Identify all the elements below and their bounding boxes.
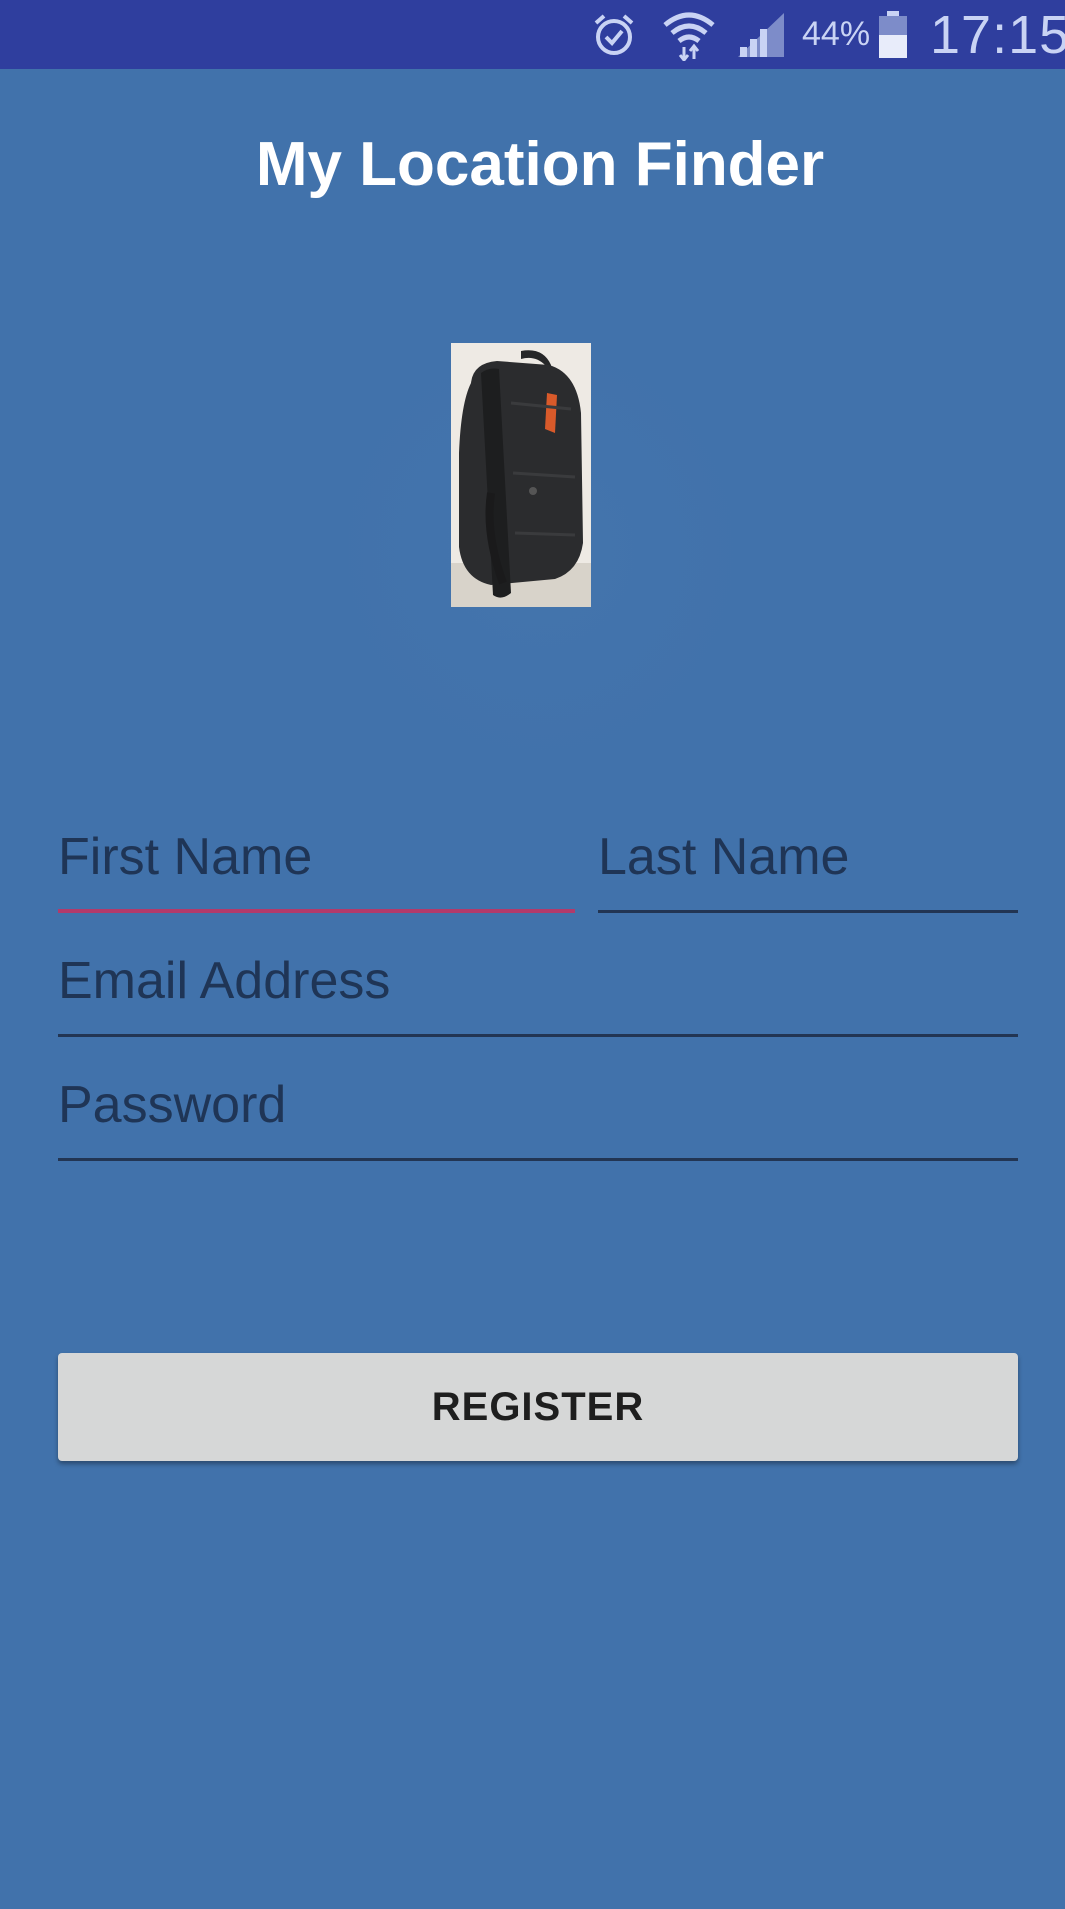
last-name-field[interactable]: [598, 813, 1018, 913]
email-input[interactable]: [58, 937, 1018, 1037]
password-input[interactable]: [58, 1061, 1018, 1161]
password-field[interactable]: [58, 1061, 1018, 1161]
status-bar: 44% 17:15: [0, 0, 1065, 69]
register-button[interactable]: REGISTER: [58, 1353, 1018, 1461]
app-title: My Location Finder: [255, 130, 825, 199]
email-underline: [58, 1034, 1018, 1037]
battery-percent: 44%: [802, 15, 871, 53]
wifi-icon: [662, 0, 716, 69]
last-name-input[interactable]: [598, 813, 1018, 913]
email-field[interactable]: [58, 937, 1018, 1037]
last-name-underline: [598, 910, 1018, 913]
password-underline: [58, 1158, 1018, 1161]
first-name-input[interactable]: [58, 813, 575, 913]
alarm-icon: [590, 0, 638, 69]
signal-icon: [736, 0, 786, 69]
clock: 17:15: [930, 4, 1065, 65]
profile-photo[interactable]: [451, 343, 591, 607]
first-name-underline: [58, 909, 575, 913]
first-name-field[interactable]: [58, 813, 575, 913]
battery-icon: [878, 0, 908, 69]
